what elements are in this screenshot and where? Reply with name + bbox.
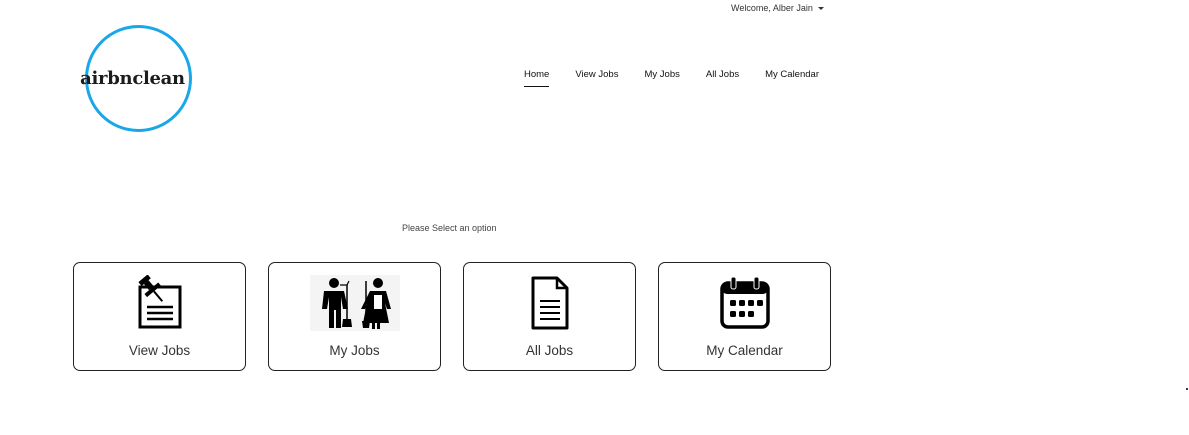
nav-my-jobs[interactable]: My Jobs	[644, 69, 679, 87]
tile-all-jobs[interactable]: All Jobs	[463, 262, 636, 371]
caret-down-icon	[817, 7, 824, 10]
cleaning-staff-icon	[309, 275, 400, 331]
decorative-dot	[1186, 388, 1188, 390]
document-icon	[515, 275, 585, 331]
tile-label: My Jobs	[329, 343, 380, 358]
nav-all-jobs[interactable]: All Jobs	[706, 69, 739, 87]
user-menu-dropdown[interactable]: Welcome, Alber Jain	[731, 3, 824, 13]
tile-label: My Calendar	[706, 343, 783, 358]
main-nav: Home View Jobs My Jobs All Jobs My Calen…	[524, 69, 819, 87]
tile-label: View Jobs	[128, 343, 191, 358]
nav-home[interactable]: Home	[524, 69, 550, 87]
logo[interactable]: airbnclean	[80, 25, 192, 132]
select-option-prompt: Please Select an option	[402, 223, 497, 233]
tile-my-calendar[interactable]: My Calendar	[658, 262, 831, 371]
calendar-icon	[710, 275, 780, 331]
welcome-text: Welcome, Alber Jain	[731, 3, 813, 13]
nav-view-jobs[interactable]: View Jobs	[575, 69, 618, 87]
logo-text: airbnclean	[80, 68, 185, 89]
tile-view-jobs[interactable]: View Jobs	[73, 262, 246, 371]
nav-my-calendar[interactable]: My Calendar	[765, 69, 819, 87]
tile-label: All Jobs	[525, 343, 574, 358]
pinned-note-icon	[125, 275, 195, 331]
tile-my-jobs[interactable]: My Jobs	[268, 262, 441, 371]
